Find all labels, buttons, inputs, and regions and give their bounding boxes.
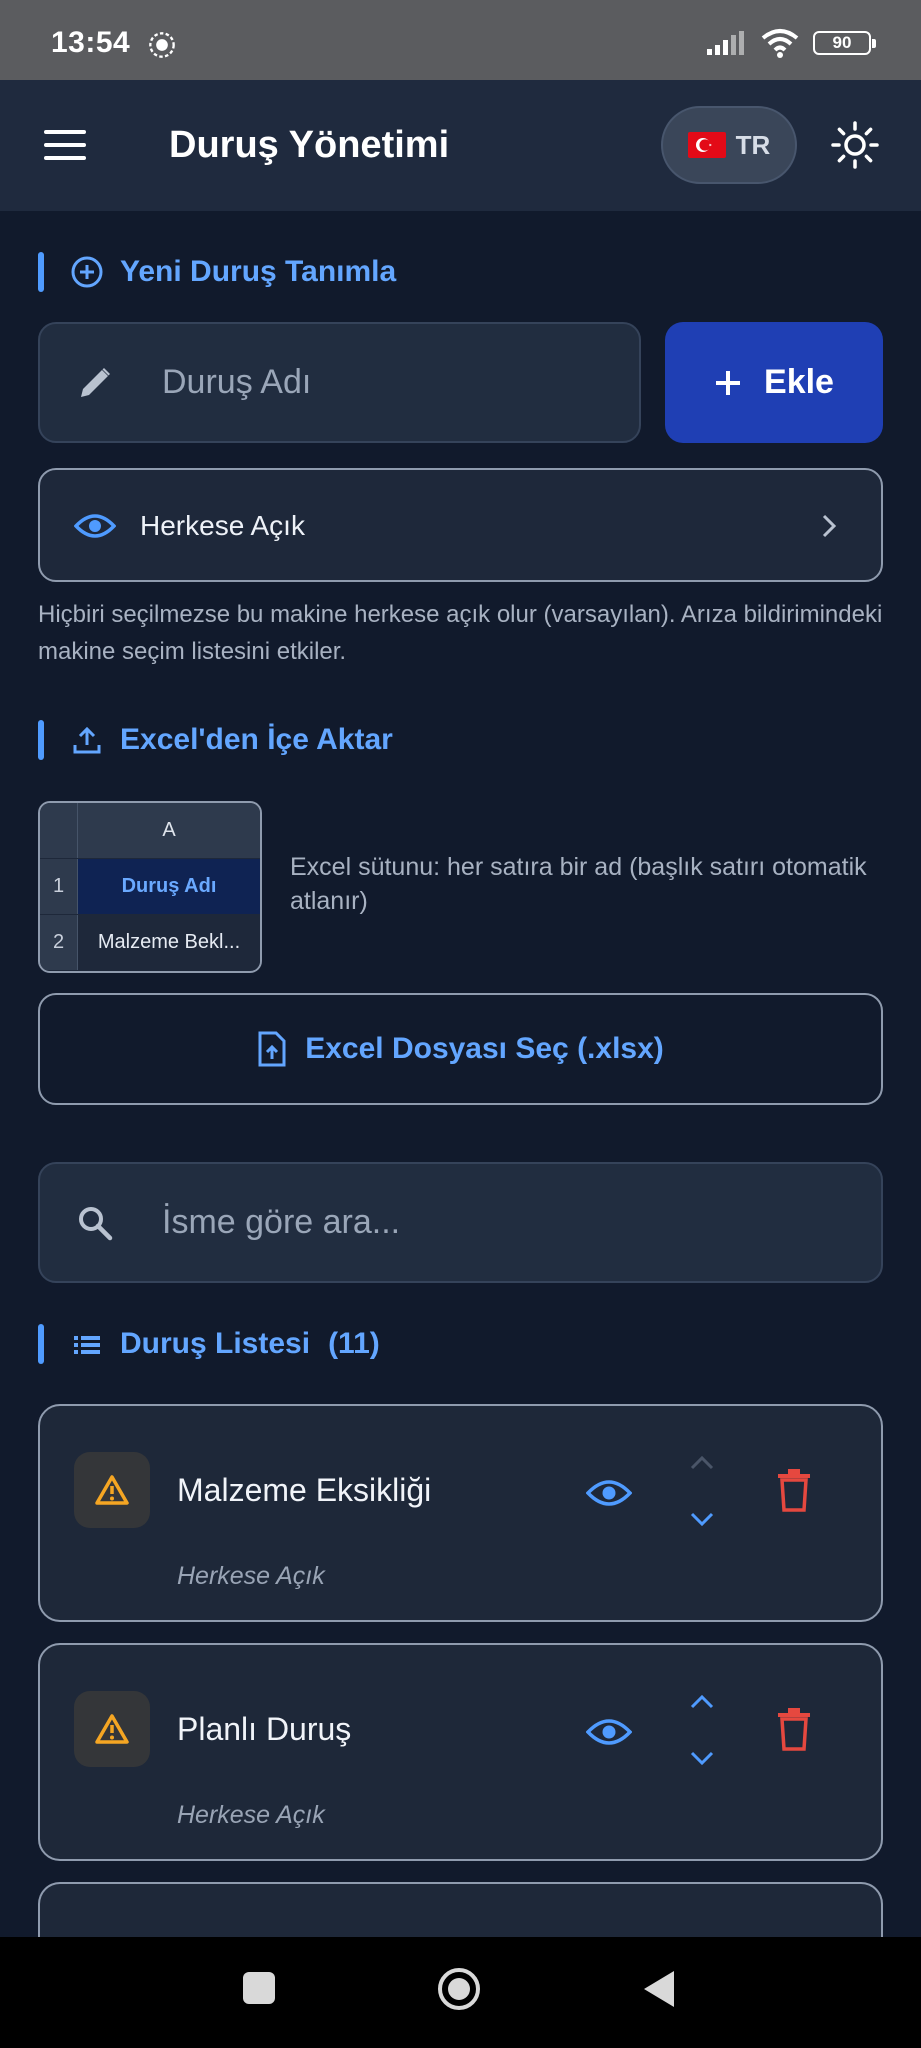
select-excel-file-label: Excel Dosyası Seç (.xlsx) xyxy=(305,1032,664,1065)
sun-icon[interactable] xyxy=(830,120,880,170)
file-upload-icon xyxy=(258,1031,286,1067)
turkey-flag-icon xyxy=(687,132,726,158)
section-title: Duruş Listesi xyxy=(120,1327,311,1360)
excel-preview: A 1 Duruş Adı 2 Malzeme Bekl... xyxy=(38,801,262,973)
section-header-new-stop: Yeni Duruş Tanımla xyxy=(38,252,396,292)
search-input[interactable] xyxy=(160,1202,881,1243)
language-label: TR xyxy=(735,129,771,160)
system-navigation-bar xyxy=(0,1937,921,2048)
app-bar: Duruş Yönetimi TR xyxy=(0,80,921,211)
stop-count: (11) xyxy=(328,1327,380,1360)
section-title: Yeni Duruş Tanımla xyxy=(120,255,397,288)
stop-name-input[interactable] xyxy=(160,362,639,403)
eye-icon[interactable] xyxy=(586,1713,632,1751)
menu-icon[interactable] xyxy=(40,124,90,166)
eye-icon xyxy=(74,514,116,538)
battery-icon: 90 xyxy=(813,31,876,55)
stop-name-field[interactable] xyxy=(38,322,641,443)
status-time: 13:54 xyxy=(51,26,131,59)
stop-list-item: Planlı Duruş Herkese Açık xyxy=(38,1643,883,1861)
list-icon xyxy=(74,1336,100,1354)
pencil-icon xyxy=(81,367,110,397)
signal-icon xyxy=(707,31,744,55)
add-button[interactable]: Ekle xyxy=(665,322,883,443)
trash-icon[interactable] xyxy=(777,1707,811,1751)
section-accent-bar xyxy=(38,720,44,760)
move-down-icon[interactable] xyxy=(688,1510,716,1530)
status-indicators: 90 xyxy=(707,28,876,58)
battery-level: 90 xyxy=(832,33,852,52)
wifi-icon xyxy=(761,29,799,58)
chevron-right-icon xyxy=(822,514,837,538)
search-icon xyxy=(79,1206,113,1240)
excel-preview-header-row: A xyxy=(40,803,260,858)
excel-column-header: A xyxy=(78,803,260,858)
excel-preview-row: 2 Malzeme Bekl... xyxy=(40,915,260,970)
excel-cell: Malzeme Bekl... xyxy=(78,915,260,970)
settings-notification-icon xyxy=(149,32,175,58)
warning-icon xyxy=(74,1452,150,1528)
select-excel-file-button[interactable]: Excel Dosyası Seç (.xlsx) xyxy=(38,993,883,1105)
stop-visibility: Herkese Açık xyxy=(177,1562,325,1590)
excel-description: Excel sütunu: her satıra bir ad (başlık … xyxy=(290,853,867,915)
recent-apps-button[interactable] xyxy=(243,1972,275,2004)
stop-list-item: Malzeme Eksikliği Herkese Açık xyxy=(38,1404,883,1622)
stop-visibility: Herkese Açık xyxy=(177,1801,325,1829)
excel-row-number: 2 xyxy=(40,915,78,970)
section-title: Excel'den İçe Aktar xyxy=(120,723,393,756)
home-button[interactable] xyxy=(437,1967,481,2011)
status-bar: 13:54 90 xyxy=(0,0,921,80)
move-up-icon[interactable] xyxy=(688,1691,716,1711)
visibility-label: Herkese Açık xyxy=(140,510,305,541)
search-field[interactable] xyxy=(38,1162,883,1283)
page-title: Duruş Yönetimi xyxy=(169,124,450,166)
add-button-label: Ekle xyxy=(764,363,834,401)
section-accent-bar xyxy=(38,252,44,292)
language-selector-button[interactable]: TR xyxy=(661,106,797,184)
visibility-selector[interactable]: Herkese Açık xyxy=(38,468,883,582)
move-up-icon[interactable] xyxy=(688,1452,716,1472)
stop-name: Malzeme Eksikliği xyxy=(177,1472,432,1508)
excel-preview-row: 1 Duruş Adı xyxy=(40,859,260,914)
plus-icon xyxy=(716,370,741,395)
warning-icon xyxy=(74,1691,150,1767)
section-header-excel-import: Excel'den İçe Aktar xyxy=(38,720,393,760)
eye-icon[interactable] xyxy=(586,1474,632,1512)
upload-icon xyxy=(73,726,101,754)
back-button[interactable] xyxy=(642,1969,676,2009)
visibility-help-text: Hiçbiri seçilmezse bu makine herkese açı… xyxy=(38,601,883,665)
excel-cell: Duruş Adı xyxy=(78,859,260,914)
section-header-stop-list: Duruş Listesi (11) xyxy=(38,1324,380,1364)
stop-name: Planlı Duruş xyxy=(177,1711,352,1747)
section-accent-bar xyxy=(38,1324,44,1364)
excel-row-number: 1 xyxy=(40,859,78,914)
add-circle-icon xyxy=(71,256,103,288)
move-down-icon[interactable] xyxy=(688,1749,716,1769)
trash-icon[interactable] xyxy=(777,1468,811,1512)
